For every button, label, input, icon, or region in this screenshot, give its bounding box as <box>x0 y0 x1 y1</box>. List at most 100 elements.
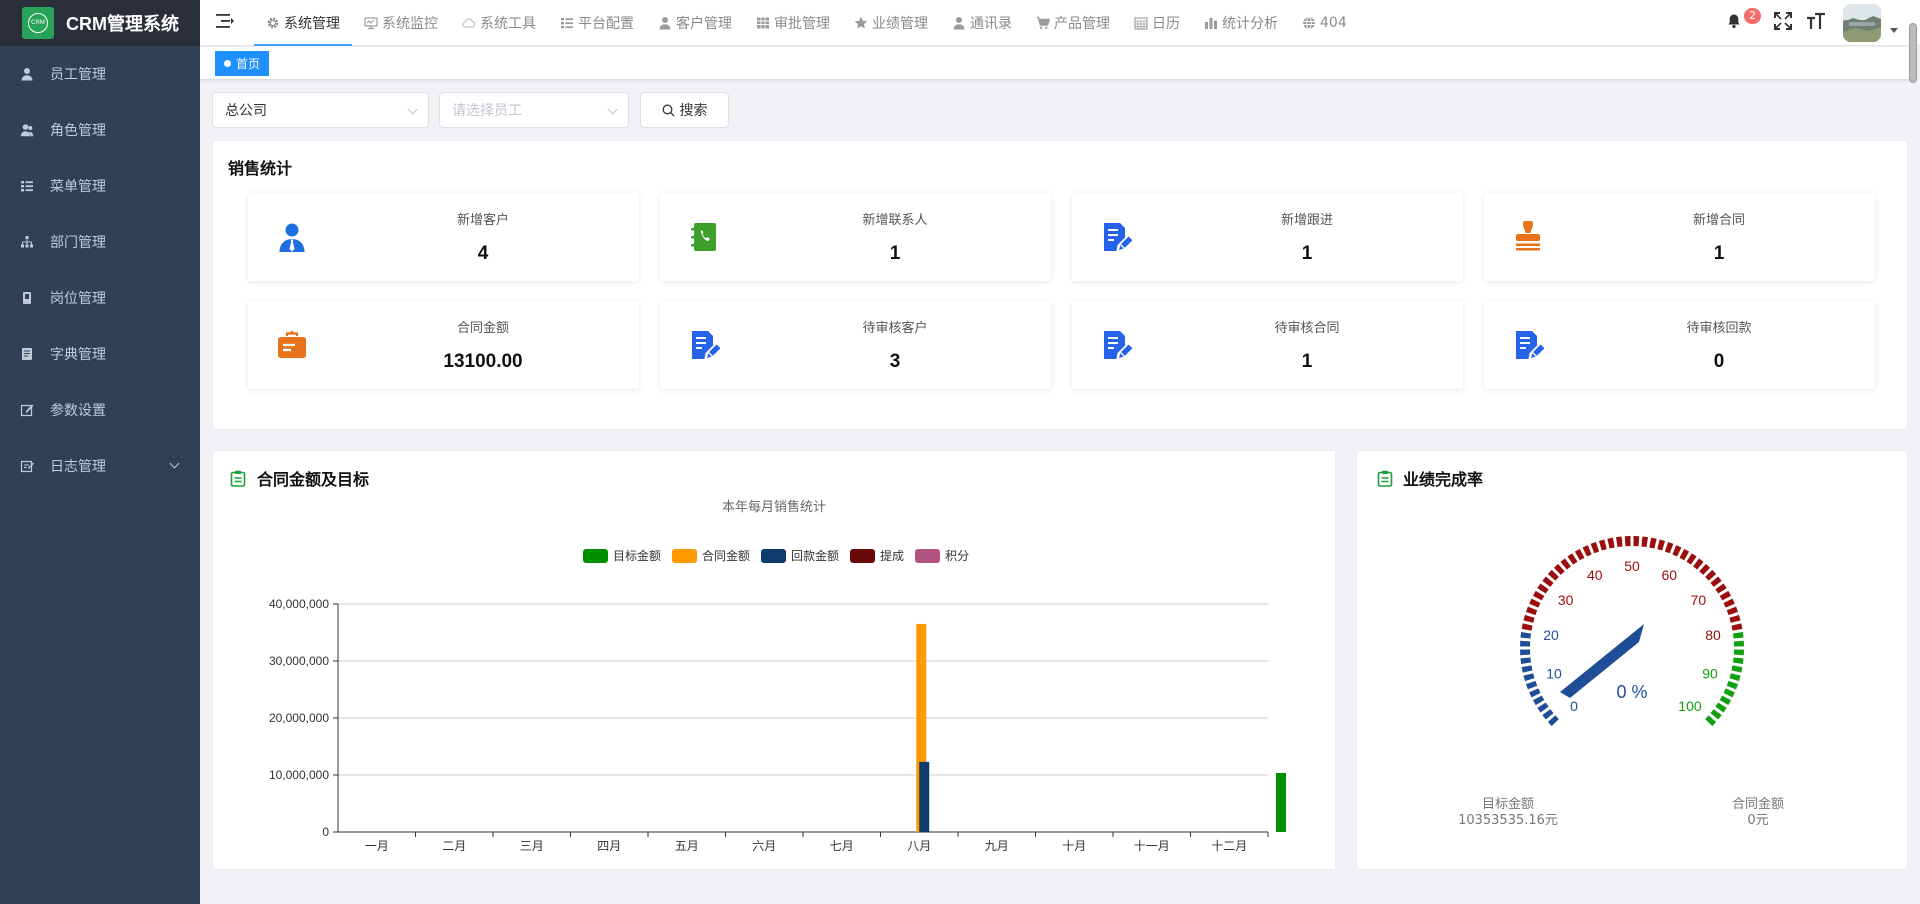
sidebar-item-label: 员工管理 <box>50 67 106 83</box>
tab-1[interactable]: 系统监控 <box>352 0 450 46</box>
star-icon <box>854 16 868 30</box>
tab-11[interactable]: 404 <box>1290 0 1359 46</box>
tab-0[interactable]: 系统管理 <box>254 0 352 46</box>
gauge-segment <box>1715 583 1727 594</box>
gauge-tick-label: 10 <box>1546 665 1562 681</box>
company-select[interactable]: 总公司 <box>212 92 429 128</box>
stat-card[interactable]: 待审核客户 3 <box>660 301 1051 389</box>
page-scrollbar[interactable] <box>1909 23 1917 83</box>
tab-label: 通讯录 <box>970 16 1012 32</box>
sidebar-item-3[interactable]: 部门管理 <box>0 214 200 270</box>
stat-label: 新增合同 <box>1692 213 1745 228</box>
tab-label: 404 <box>1320 15 1347 31</box>
gauge-segment <box>1715 702 1727 713</box>
top-menu: 系统管理 系统监控 系统工具 平台配置 客户管理 审批管理 业绩管理 通讯录 产品管理 日历 统计分… <box>254 0 1359 46</box>
sidebar-item-0[interactable]: 员工管理 <box>0 46 200 102</box>
stat-label: 新增联系人 <box>862 213 928 228</box>
sidebar-item-1[interactable]: 角色管理 <box>0 102 200 158</box>
x-tick-label: 三月 <box>520 839 544 853</box>
stat-label: 待审核合同 <box>1274 321 1340 336</box>
gauge-tick-label: 90 <box>1702 665 1718 681</box>
avatar[interactable] <box>1843 4 1881 42</box>
search-button[interactable]: 搜索 <box>640 92 729 128</box>
stat-card[interactable]: 待审核回款 0 <box>1484 301 1875 389</box>
stat-card[interactable]: 新增合同 1 <box>1484 193 1875 281</box>
stat-card[interactable]: 新增客户 4 <box>248 193 639 281</box>
list-icon <box>560 16 574 30</box>
stat-card[interactable]: 合同金额 13100.00 <box>248 301 639 389</box>
gauge-segment <box>1567 553 1578 565</box>
gear-icon <box>266 16 280 30</box>
tags-view: 首页 <box>200 47 1910 80</box>
gauge-segment <box>1686 553 1697 565</box>
tab-6[interactable]: 业绩管理 <box>842 0 940 46</box>
gauge-segment <box>1710 576 1722 587</box>
gauge-segment <box>1723 598 1735 608</box>
chevron-down-icon <box>607 104 618 115</box>
gauge-segment <box>1532 590 1545 601</box>
stat-value: 1 <box>1301 351 1313 372</box>
tab-10[interactable]: 统计分析 <box>1192 0 1290 46</box>
tab-7[interactable]: 通讯录 <box>940 0 1024 46</box>
document-edit-icon <box>1512 329 1545 361</box>
contract-amount-label: 合同金额 <box>1731 797 1784 812</box>
gauge-segment <box>1731 665 1743 673</box>
stat-value: 1 <box>1301 243 1313 264</box>
calendar-icon <box>1134 16 1148 30</box>
stat-label: 新增客户 <box>456 213 509 228</box>
avatar-image <box>1843 4 1881 42</box>
tab-2[interactable]: 系统工具 <box>450 0 548 46</box>
x-tick-label: 七月 <box>830 839 854 853</box>
employee-select[interactable]: 请选择员工 <box>439 92 629 128</box>
stat-label: 新增跟进 <box>1280 213 1333 228</box>
tab-label: 日历 <box>1152 16 1180 32</box>
stat-card[interactable]: 新增联系人 1 <box>660 193 1051 281</box>
tab-3[interactable]: 平台配置 <box>548 0 646 46</box>
stat-card[interactable]: 新增跟进 1 <box>1072 193 1463 281</box>
sidebar-item-6[interactable]: 参数设置 <box>0 382 200 438</box>
gauge-segment <box>1699 563 1711 575</box>
stat-card[interactable]: 待审核合同 1 <box>1072 301 1463 389</box>
gauge-segment <box>1532 695 1545 706</box>
font-size-icon[interactable] <box>1806 11 1826 31</box>
gauge-segment <box>1529 598 1541 608</box>
company-select-value: 总公司 <box>225 103 267 119</box>
sidebar-item-5[interactable]: 字典管理 <box>0 326 200 382</box>
gauge-segment <box>1525 680 1538 690</box>
tab-label: 系统监控 <box>382 16 438 32</box>
x-tick-label: 八月 <box>907 839 931 853</box>
sidebar-item-7[interactable]: 日志管理 <box>0 438 200 494</box>
completion-gauge: 0 10 20 30 40 50 60 70 80 90 100 0 % <box>1520 536 1744 727</box>
x-tick-label: 五月 <box>675 839 699 853</box>
tab-5[interactable]: 审批管理 <box>744 0 842 46</box>
gauge-segment <box>1598 539 1607 551</box>
search-icon <box>662 104 674 116</box>
tab-4[interactable]: 客户管理 <box>646 0 744 46</box>
gauge-segment <box>1641 536 1648 548</box>
tab-9[interactable]: 日历 <box>1122 0 1192 46</box>
tab-label: 系统管理 <box>284 16 340 32</box>
user-icon <box>658 16 672 30</box>
tag-home[interactable]: 首页 <box>215 51 270 76</box>
avatar-caret-icon[interactable] <box>1890 28 1898 33</box>
y-tick-label: 40,000,000 <box>269 597 329 611</box>
sidebar-item-2[interactable]: 菜单管理 <box>0 158 200 214</box>
gauge-segment <box>1723 688 1735 698</box>
tab-8[interactable]: 产品管理 <box>1024 0 1122 46</box>
sidebar-item-label: 岗位管理 <box>50 291 106 307</box>
bar-chart-icon <box>1204 16 1218 30</box>
log-icon <box>20 459 34 473</box>
fullscreen-icon[interactable] <box>1774 12 1792 30</box>
bell-icon[interactable] <box>1726 13 1742 29</box>
gauge-segment <box>1590 541 1600 554</box>
gauge-segment <box>1529 688 1541 698</box>
hamburger-icon[interactable] <box>216 13 234 29</box>
tab-label: 客户管理 <box>676 16 732 32</box>
stat-label: 待审核客户 <box>862 321 928 336</box>
gauge-segment <box>1542 709 1554 720</box>
sidebar-item-4[interactable]: 岗位管理 <box>0 270 200 326</box>
tab-label: 系统工具 <box>480 16 536 32</box>
y-tick-label: 0 <box>322 825 329 839</box>
chevron-down-icon[interactable] <box>169 458 180 469</box>
app-logo[interactable]: CRM CRM管理系统 <box>0 0 200 46</box>
